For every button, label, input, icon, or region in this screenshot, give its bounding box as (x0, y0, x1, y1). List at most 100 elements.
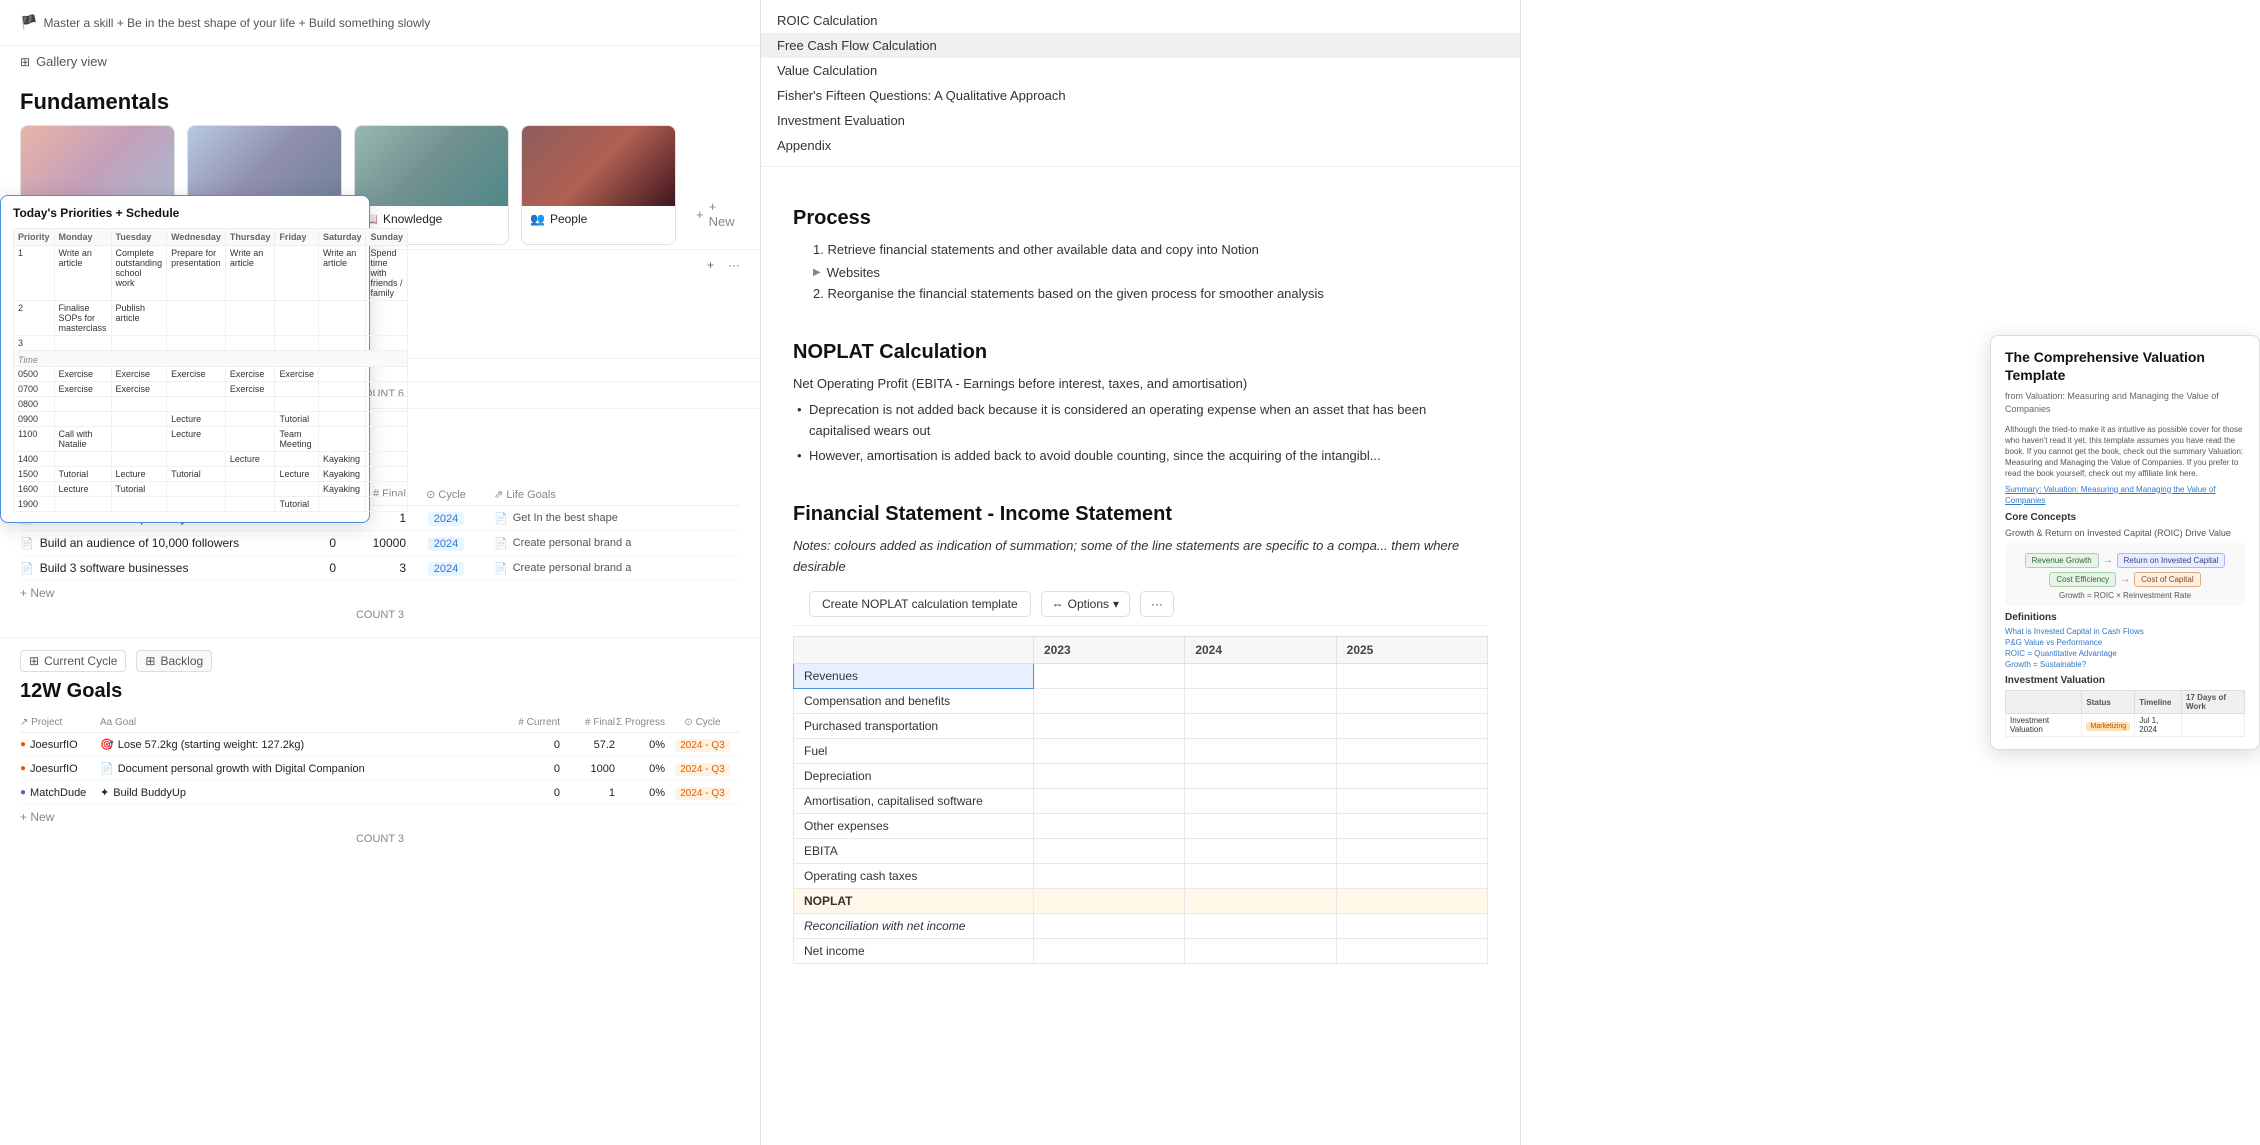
people-label: People (550, 212, 587, 226)
cur-12w-1: 0 (505, 739, 560, 751)
current-cycle-label-12w: Current Cycle (44, 654, 117, 668)
count-1y: COUNT 3 (20, 605, 740, 625)
chevron-down-icon: ▾ (1113, 597, 1119, 611)
life-icon-2: 📄 (494, 537, 508, 550)
def-4[interactable]: Growth = Sustainable? (2005, 660, 2245, 669)
cycle-badge-2: 2024 (428, 537, 464, 551)
table-row[interactable]: 📄 Build an audience of 10,000 followers … (20, 531, 740, 556)
cycle-2: 2024 (406, 536, 486, 550)
sidebar-item-appendix[interactable]: Appendix (761, 133, 1520, 158)
table-row: Reconciliation with net income (794, 914, 1488, 939)
flow-boxes-row1: Revenue Growth → Return on Invested Capi… (2011, 553, 2239, 568)
label-amortisation: Amortisation, capitalised software (794, 789, 1034, 814)
life-goal-1: 📄 Get In the best shape (486, 512, 740, 525)
th-label (794, 637, 1034, 664)
table-row: NOPLAT (794, 889, 1488, 914)
noplat-heading: NOPLAT Calculation (793, 341, 1488, 364)
doc-icon-2: 📄 (20, 537, 34, 550)
mini-th-timeline: Timeline (2135, 691, 2182, 714)
right-panel: The Comprehensive Valuation Template fro… (1520, 0, 2260, 1145)
table-row[interactable]: ● JoesurfIO 🎯 Lose 57.2kg (starting weig… (20, 733, 740, 757)
more-options-button[interactable]: ··· (1140, 591, 1174, 617)
people-icon: 👥 (530, 212, 545, 226)
sched-col-fri: Friday (275, 229, 319, 246)
backlog-tab-12w[interactable]: ⊞ Backlog (136, 650, 212, 672)
def-3[interactable]: ROIC = Quantitative Advantage (2005, 649, 2245, 658)
noplat-bullet-2: However, amortisation is added back to a… (793, 446, 1488, 467)
sidebar-item-investment[interactable]: Investment Evaluation (761, 108, 1520, 133)
cycle-1: 2024 (406, 511, 486, 525)
websites-toggle[interactable]: ▶ Websites (793, 265, 1488, 280)
def-2[interactable]: P&G Value vs Performance (2005, 638, 2245, 647)
prog-12w-2: 0% (615, 763, 665, 775)
status-badge: Marketizing (2086, 722, 2130, 731)
sidebar-item-roic[interactable]: ROIC Calculation (761, 8, 1520, 33)
table-row[interactable]: ● JoesurfIO 📄 Document personal growth w… (20, 757, 740, 781)
arrow-2: → (2120, 574, 2130, 585)
process-item-2: 2. Reorganise the financial statements b… (793, 284, 1488, 305)
q3-badge-1: 2024 - Q3 (675, 739, 729, 752)
definitions-title: Definitions (2005, 612, 2245, 623)
sidebar-label-roic: ROIC Calculation (777, 13, 877, 28)
mini-th-days: 17 Days of Work (2182, 691, 2245, 714)
add-goal-row[interactable]: + New (20, 581, 740, 605)
label-reconciliation: Reconciliation with net income (794, 914, 1034, 939)
val-rev-2024 (1185, 664, 1336, 689)
goal-cell-3: 📄 Build 3 software businesses (20, 561, 266, 575)
new-label: + New (709, 199, 735, 229)
cycle-badge-1: 2024 (428, 512, 464, 526)
notion-toolbar: Create NOPLAT calculation template ⇔ Opt… (793, 583, 1488, 626)
table-row: EBITA (794, 839, 1488, 864)
sched-col-tue: Tuesday (111, 229, 167, 246)
sched-0500: 0500 Exercise Exercise Exercise Exercise… (14, 367, 408, 382)
options-button[interactable]: ⇔ Options ▾ (1041, 591, 1130, 617)
valuation-desc-2[interactable]: Summary: Valuation: Measuring and Managi… (2005, 484, 2245, 506)
cur-12w-2: 0 (505, 763, 560, 775)
sidebar-item-fisher[interactable]: Fisher's Fifteen Questions: A Qualitativ… (761, 83, 1520, 108)
table-row: Compensation and benefits (794, 689, 1488, 714)
valuation-mini-table: Status Timeline 17 Days of Work Investme… (2005, 690, 2245, 737)
sidebar-label-fcf: Free Cash Flow Calculation (777, 38, 937, 53)
create-template-button[interactable]: Create NOPLAT calculation template (809, 591, 1031, 617)
flow-box-cost: Cost Efficiency (2049, 572, 2116, 587)
sidebar-list: ROIC Calculation Free Cash Flow Calculat… (761, 0, 1520, 166)
new-card-button[interactable]: + + New (688, 193, 743, 235)
add-12w-goal-row[interactable]: + New (20, 805, 740, 829)
fin-12w-1: 57.2 (560, 739, 615, 751)
sidebar-item-fcf[interactable]: Free Cash Flow Calculation (761, 33, 1520, 58)
label-operating-cash-taxes: Operating cash taxes (794, 864, 1034, 889)
sched-col-priority: Priority (14, 229, 55, 246)
col-fin-h: # Final (560, 717, 615, 728)
gallery-card-people[interactable]: 👥 People (521, 125, 676, 245)
sidebar-label-appendix: Appendix (777, 138, 831, 153)
flow-box-capital: Cost of Capital (2134, 572, 2200, 587)
col-plus[interactable]: + (707, 258, 714, 272)
current-3: 0 (266, 561, 336, 575)
sched-0800: 0800 (14, 397, 408, 412)
def-1[interactable]: What is Invested Capital in Cash Flows (2005, 627, 2245, 636)
gallery-card-knowledge[interactable]: 📖 Knowledge (354, 125, 509, 245)
gallery-view-button[interactable]: ⊞ Gallery view (0, 46, 760, 77)
current-cycle-tab-12w[interactable]: ⊞ Current Cycle (20, 650, 126, 672)
col-goal-h: Aa Goal (100, 717, 505, 728)
card-label-people: 👥 People (522, 206, 675, 232)
knowledge-label: Knowledge (383, 212, 442, 226)
sidebar-item-value[interactable]: Value Calculation (761, 58, 1520, 83)
cycle-12w-1: 2024 - Q3 (665, 739, 740, 751)
th-2024: 2024 (1185, 637, 1336, 664)
valuation-card: The Comprehensive Valuation Template fro… (1990, 335, 2260, 750)
mini-row-timeline: Jul 1, 2024 (2135, 714, 2182, 737)
mini-table-row: Investment Valuation Marketizing Jul 1, … (2006, 714, 2245, 737)
th-2023: 2023 (1034, 637, 1185, 664)
label-revenues[interactable]: Revenues (794, 664, 1034, 689)
notion-content: Process 1. Retrieve financial statements… (761, 167, 1520, 994)
col-dots[interactable]: ··· (728, 258, 740, 272)
mini-th-status: Status (2082, 691, 2135, 714)
table-row[interactable]: 📄 Build 3 software businesses 0 3 2024 📄… (20, 556, 740, 581)
goals-12w-table-header: ↗ Project Aa Goal # Current # Final Σ Pr… (20, 713, 740, 733)
schedule-table: Priority Monday Tuesday Wednesday Thursd… (13, 228, 408, 512)
table-row[interactable]: ● MatchDude ✦ Build BuddyUp 0 1 0% 2024 … (20, 781, 740, 805)
table-row: Purchased transportation (794, 714, 1488, 739)
core-concepts-subtitle: Growth & Return on Invested Capital (ROI… (2005, 527, 2245, 540)
financial-note: Notes: colours added as indication of su… (793, 536, 1488, 578)
